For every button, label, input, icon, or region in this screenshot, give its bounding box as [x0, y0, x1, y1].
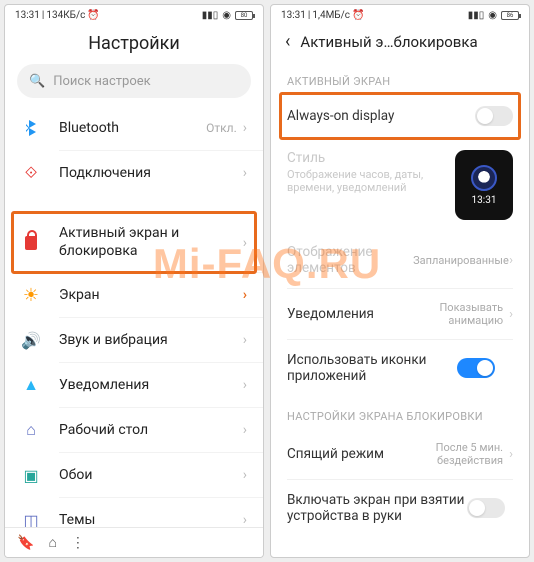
row-display[interactable]: ☀ Экран › — [5, 273, 263, 317]
row-label: Темы — [59, 512, 243, 528]
row-label: Отображение элементов — [287, 244, 413, 276]
toggle-app-icons[interactable] — [457, 358, 495, 378]
status-bar: 13:31 | 134КБ/с ⏰ ▮▮▯ ◉ 80 — [5, 5, 263, 25]
row-value: Показывать анимацию — [413, 301, 503, 327]
home-icon: ⌂ — [21, 420, 41, 440]
row-label: Стиль — [287, 150, 447, 166]
row-label: Always-on display — [287, 108, 475, 124]
alarm-icon: ⏰ — [352, 10, 364, 21]
sound-icon: 🔊 — [21, 330, 41, 350]
row-label: Экран — [59, 287, 243, 303]
status-bar: 13:31 | 1,4МБ/с ⏰ ▮▮▯ ◉ 86 — [271, 5, 529, 25]
row-label: Спящий режим — [287, 446, 413, 462]
chevron-right-icon: › — [243, 512, 247, 528]
wifi-icon: ◉ — [222, 10, 231, 21]
bluetooth-icon — [21, 118, 41, 138]
row-notifications[interactable]: ▲ Уведомления › — [5, 363, 263, 407]
row-aod[interactable]: Always-on display — [271, 94, 529, 138]
chevron-right-icon: › — [243, 422, 247, 438]
row-label: Bluetooth — [59, 120, 206, 136]
battery-icon: 86 — [501, 11, 519, 20]
row-value: Откл. — [206, 121, 237, 135]
row-sound[interactable]: 🔊 Звук и вибрация › — [5, 318, 263, 362]
row-raise-to-wake[interactable]: Включать экран при взятии устройства в р… — [271, 480, 529, 536]
chevron-right-icon: › — [243, 165, 247, 181]
row-sleep[interactable]: Спящий режим После 5 мин. бездействия › — [271, 429, 529, 479]
toggle-aod[interactable] — [475, 106, 513, 126]
home-button-icon[interactable]: ⌂ — [48, 534, 56, 551]
search-placeholder: Поиск настроек — [53, 74, 151, 89]
browser-bottom-bar: 🔖 ⌂ ⋮ — [5, 527, 263, 557]
row-label: Звук и вибрация — [59, 332, 243, 348]
search-input[interactable]: 🔍 Поиск настроек — [17, 64, 251, 98]
row-wallpaper[interactable]: ▣ Обои › — [5, 453, 263, 497]
page-title: Настройки — [5, 25, 263, 64]
section-header: НАСТРОЙКИ ЭКРАНА БЛОКИРОВКИ — [271, 396, 529, 429]
row-display-items[interactable]: Отображение элементов Запланированные › — [271, 232, 529, 288]
row-label: Уведомления — [59, 377, 243, 393]
search-icon: 🔍 — [29, 74, 45, 89]
battery-icon: 80 — [235, 11, 253, 20]
signal-icon: ▮▮▯ — [202, 10, 219, 21]
row-value: После 5 мин. бездействия — [413, 441, 503, 467]
row-active-screen-lock[interactable]: Активный экран и блокировка › — [5, 213, 263, 272]
row-label: Уведомления — [287, 306, 413, 322]
row-value: Запланированные — [413, 254, 503, 267]
toggle-raise[interactable] — [467, 498, 505, 518]
chevron-right-icon: › — [509, 253, 513, 268]
menu-dots-icon[interactable]: ⋮ — [71, 535, 85, 551]
row-label: Включать экран при взятии устройства в р… — [287, 492, 467, 524]
chevron-right-icon: › — [509, 447, 513, 462]
chevron-right-icon: › — [243, 287, 247, 303]
row-app-icons[interactable]: Использовать иконки приложений — [271, 340, 529, 396]
status-net: 134КБ/с — [46, 10, 85, 21]
chevron-right-icon: › — [243, 377, 247, 393]
row-label: Активный экран и блокировка — [59, 225, 243, 260]
signal-icon: ▮▮▯ — [468, 10, 485, 21]
row-connections[interactable]: ⟐ Подключения › — [5, 151, 263, 195]
section-header: АКТИВНЫЙ ЭКРАН — [271, 61, 529, 94]
row-style[interactable]: Стиль Отображение часов, даты, времени, … — [271, 138, 529, 232]
phone-right: 13:31 | 1,4МБ/с ⏰ ▮▮▯ ◉ 86 ‹ Активный э…… — [270, 4, 530, 558]
sun-icon: ☀ — [21, 285, 41, 305]
lock-icon — [21, 233, 41, 253]
wifi-icon: ◉ — [488, 10, 497, 21]
page-title: Активный э…блокировка — [300, 33, 477, 51]
connections-icon: ⟐ — [21, 163, 41, 183]
chevron-right-icon: › — [509, 307, 513, 322]
phone-left: 13:31 | 134КБ/с ⏰ ▮▮▯ ◉ 80 Настройки 🔍 П… — [4, 4, 264, 558]
row-label: Обои — [59, 467, 243, 483]
row-subtitle: Отображение часов, даты, времени, уведом… — [287, 168, 437, 194]
style-preview: 13:31 — [455, 150, 513, 220]
chevron-right-icon: › — [243, 120, 247, 136]
row-home[interactable]: ⌂ Рабочий стол › — [5, 408, 263, 452]
row-bluetooth[interactable]: Bluetooth Откл. › — [5, 106, 263, 150]
status-time: 13:31 — [281, 10, 306, 21]
row-notifications[interactable]: Уведомления Показывать анимацию › — [271, 289, 529, 339]
astronaut-icon — [471, 165, 497, 191]
chevron-right-icon: › — [243, 467, 247, 483]
status-net: 1,4МБ/с — [312, 10, 350, 21]
alarm-icon: ⏰ — [87, 10, 99, 21]
status-time: 13:31 — [15, 10, 40, 21]
back-button[interactable]: ‹ — [285, 33, 290, 51]
bookmark-icon[interactable]: 🔖 — [17, 535, 34, 551]
wallpaper-icon: ▣ — [21, 465, 41, 485]
chevron-right-icon: › — [243, 332, 247, 348]
preview-time: 13:31 — [472, 195, 497, 206]
row-label: Подключения — [59, 165, 243, 181]
bell-icon: ▲ — [21, 375, 41, 395]
row-label: Рабочий стол — [59, 422, 243, 438]
chevron-right-icon: › — [243, 235, 247, 251]
row-label: Использовать иконки приложений — [287, 352, 457, 384]
